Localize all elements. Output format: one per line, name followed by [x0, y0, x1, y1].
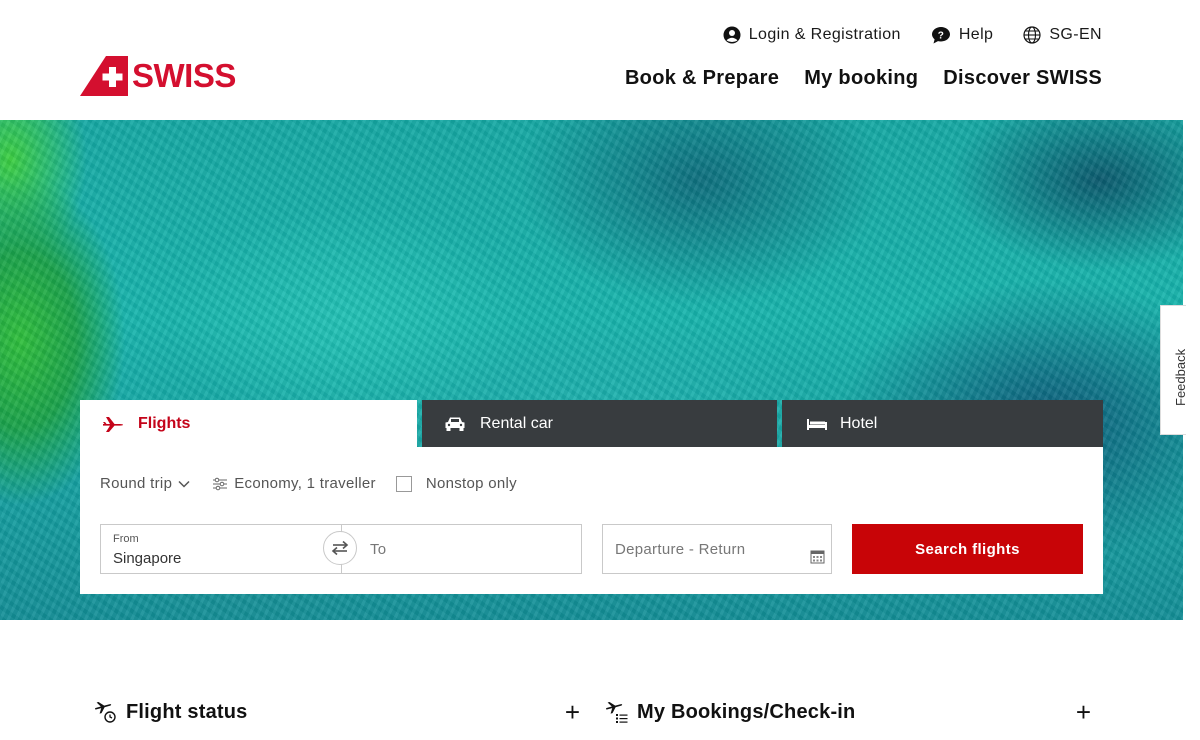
tab-flights[interactable]: Flights — [80, 400, 417, 447]
help-link[interactable]: ? Help — [931, 26, 994, 44]
login-link[interactable]: Login & Registration — [723, 26, 901, 44]
nav-book-prepare[interactable]: Book & Prepare — [625, 67, 779, 90]
help-icon: ? — [931, 27, 950, 44]
nonstop-label: Nonstop only — [425, 475, 517, 492]
airplane-icon — [103, 416, 123, 432]
flight-status-title: Flight status — [126, 700, 248, 723]
feedback-tab[interactable]: Feedback — [1160, 305, 1188, 435]
help-label: Help — [958, 26, 994, 43]
from-label: From — [113, 533, 139, 545]
to-field[interactable]: To — [341, 524, 582, 574]
swap-airports-button[interactable] — [323, 531, 357, 565]
flight-status-accordion[interactable]: Flight status + — [94, 697, 580, 727]
my-bookings-title: My Bookings/Check-in — [637, 700, 856, 723]
to-placeholder: To — [370, 541, 387, 558]
chevron-down-icon — [178, 480, 190, 488]
plus-icon: + — [1075, 697, 1091, 727]
cabin-travellers-select[interactable]: Economy, 1 traveller — [212, 475, 376, 492]
dates-placeholder: Departure - Return — [615, 541, 746, 558]
feedback-label: Feedback — [1173, 348, 1188, 406]
svg-text:?: ? — [938, 30, 945, 41]
locale-label: SG-EN — [1049, 26, 1102, 43]
car-icon — [445, 417, 465, 431]
flight-status-icon — [95, 701, 116, 723]
cabin-travellers-value: Economy, 1 traveller — [234, 475, 376, 492]
nonstop-toggle[interactable]: Nonstop only — [395, 475, 517, 492]
from-field[interactable]: From Singapore — [100, 524, 342, 574]
brand-name: SWISS — [132, 57, 236, 94]
bed-icon — [807, 418, 827, 430]
nav-my-booking[interactable]: My booking — [804, 67, 918, 90]
tab-rental-car[interactable]: Rental car — [422, 400, 777, 447]
search-options: Round trip Economy, 1 traveller Nonstop … — [100, 475, 517, 492]
booking-tabs: Flights Rental car Hotel — [80, 400, 1103, 447]
swap-arrows-icon — [331, 540, 349, 556]
swiss-logo[interactable]: SWISS — [80, 56, 236, 96]
swiss-logo-mark-icon — [80, 56, 128, 96]
nav-discover-swiss[interactable]: Discover SWISS — [943, 67, 1102, 90]
user-icon — [723, 26, 741, 44]
trip-type-value: Round trip — [100, 475, 173, 492]
globe-icon — [1023, 26, 1041, 44]
trip-type-select[interactable]: Round trip — [100, 475, 190, 492]
flight-search-panel: Round trip Economy, 1 traveller Nonstop … — [80, 447, 1103, 594]
locale-selector[interactable]: SG-EN — [1023, 26, 1102, 44]
sliders-icon — [213, 477, 228, 490]
my-bookings-accordion[interactable]: My Bookings/Check-in + — [605, 697, 1091, 727]
from-value: Singapore — [113, 550, 182, 567]
nonstop-checkbox[interactable] — [395, 475, 412, 492]
tab-flights-label: Flights — [138, 414, 191, 432]
tab-hotel-label: Hotel — [840, 414, 878, 432]
dates-field[interactable]: Departure - Return — [602, 524, 832, 574]
tab-rental-label: Rental car — [480, 414, 553, 432]
site-header: SWISS Login & Registration ? Help SG-EN … — [0, 0, 1200, 120]
tab-hotel[interactable]: Hotel — [782, 400, 1103, 447]
search-flights-button[interactable]: Search flights — [852, 524, 1083, 574]
login-label: Login & Registration — [748, 26, 901, 43]
plus-icon: + — [564, 697, 580, 727]
utility-nav: Login & Registration ? Help SG-EN — [723, 26, 1102, 44]
calendar-icon — [810, 550, 825, 564]
booking-checkin-icon — [606, 701, 628, 723]
main-nav: Book & Prepare My booking Discover SWISS — [625, 67, 1102, 90]
